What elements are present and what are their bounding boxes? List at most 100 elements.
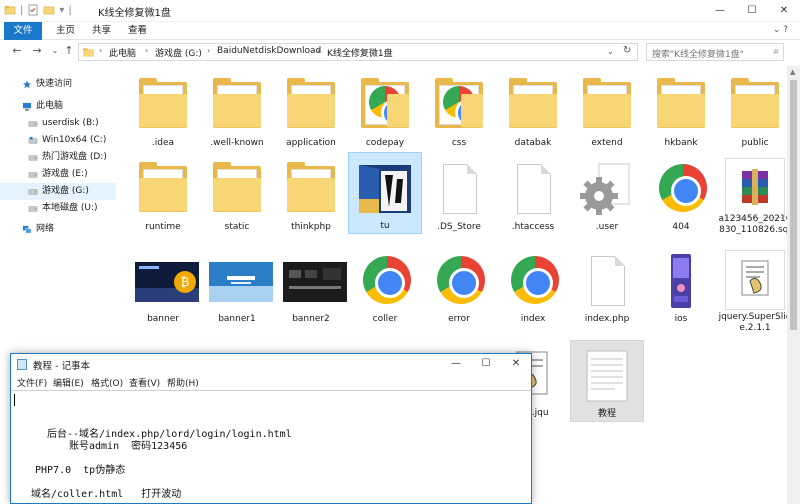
quick-access-toolbar: | ▾ | xyxy=(4,4,72,16)
file-name: ios xyxy=(674,314,688,324)
azure-banner-thumbnail xyxy=(209,262,273,302)
sidebar-item-this-pc[interactable]: 此电脑 xyxy=(0,98,116,115)
menu-file[interactable]: 文件(F) xyxy=(17,376,47,389)
address-bar[interactable]: › 此电脑 › 游戏盘 (G:) › BaiduNetdiskDownload … xyxy=(78,43,638,61)
text-caret xyxy=(14,394,15,406)
folder-icon xyxy=(503,76,563,134)
vertical-scrollbar[interactable]: ▲ xyxy=(787,66,800,504)
sidebar-item-label: Win10x64 (C:) xyxy=(42,135,107,145)
folder-item-selected[interactable]: tu xyxy=(348,152,422,234)
sidebar-item-drive-c[interactable]: Win10x64 (C:) xyxy=(0,132,116,149)
blank-file-icon xyxy=(517,164,551,214)
tab-view[interactable]: 查看 xyxy=(118,22,157,40)
breadcrumb-this-pc[interactable]: 此电脑 xyxy=(109,46,136,59)
folder-icon xyxy=(281,76,341,134)
drive-icon xyxy=(28,121,38,127)
folder-item[interactable]: codepay xyxy=(348,70,422,152)
toolbar-separator: | xyxy=(68,4,72,16)
file-item[interactable]: .DS_Store xyxy=(422,154,496,236)
menu-edit[interactable]: 编辑(E) xyxy=(53,376,84,389)
file-name: thinkphp xyxy=(291,222,331,232)
menu-view[interactable]: 查看(V) xyxy=(129,376,160,389)
folder-item[interactable]: runtime xyxy=(126,154,200,236)
file-name: index xyxy=(520,314,546,324)
image-file-item[interactable]: banner1 xyxy=(200,246,274,328)
folder-icon xyxy=(651,76,711,134)
notepad-text-area[interactable]: 后台--域名/index.php/lord/login/login.html 账… xyxy=(11,390,531,503)
properties-icon[interactable] xyxy=(27,4,39,16)
file-item[interactable]: .user xyxy=(570,154,644,236)
folder-icon xyxy=(83,48,94,57)
folder-item[interactable]: css xyxy=(422,70,496,152)
svg-text:₿: ₿ xyxy=(181,275,190,289)
up-button[interactable]: ↑ xyxy=(62,44,76,57)
notepad-menu-bar: 文件(F) 编辑(E) 格式(O) 查看(V) 帮助(H) xyxy=(11,374,531,390)
folder-item[interactable]: thinkphp xyxy=(274,154,348,236)
sidebar-item-network[interactable]: 网络 xyxy=(0,221,116,238)
folder-icon xyxy=(725,76,785,134)
sidebar-item-drive-g[interactable]: 游戏盘 (G:) xyxy=(0,183,116,200)
phone-screenshot-thumbnail xyxy=(671,254,691,308)
customize-toolbar-icon[interactable]: ▾ xyxy=(59,5,64,16)
sidebar-item-drive-b[interactable]: userdisk (B:) xyxy=(0,115,116,132)
scrollbar-thumb[interactable] xyxy=(790,80,797,330)
new-folder-icon[interactable] xyxy=(43,4,55,16)
sidebar-item-label: 此电脑 xyxy=(36,101,64,111)
folder-item[interactable]: application xyxy=(274,70,348,152)
scroll-up-icon[interactable]: ▲ xyxy=(790,68,795,76)
script-file-icon xyxy=(741,260,769,296)
file-item[interactable]: a123456_20210830_110826.sql xyxy=(718,152,792,235)
folder-item[interactable]: public xyxy=(718,70,792,152)
folder-image-preview-icon xyxy=(359,165,411,213)
sidebar-item-quick-access[interactable]: 快速访问 xyxy=(0,76,116,93)
breadcrumb-baidunetdisk[interactable]: BaiduNetdiskDownload xyxy=(217,46,321,56)
file-item[interactable]: index.php xyxy=(570,246,644,328)
file-item[interactable]: jquery.SuperSlide.2.1.1 xyxy=(718,244,792,333)
close-button[interactable]: ✕ xyxy=(768,0,800,22)
breadcrumb-current-folder[interactable]: K线全修复微1盘 xyxy=(327,46,393,59)
tab-home[interactable]: 主页 xyxy=(46,22,85,40)
maximize-button[interactable]: ☐ xyxy=(736,0,768,22)
folder-item[interactable]: hkbank xyxy=(644,70,718,152)
menu-help[interactable]: 帮助(H) xyxy=(167,376,199,389)
file-name: a123456_20210830_110826.sql xyxy=(718,214,792,235)
file-item[interactable]: coller xyxy=(348,246,422,328)
breadcrumb-separator: › xyxy=(145,46,149,55)
tab-file[interactable]: 文件 xyxy=(4,22,42,40)
minimize-button[interactable]: — xyxy=(704,0,736,22)
file-name: 404 xyxy=(672,222,690,232)
file-item[interactable]: index xyxy=(496,246,570,328)
recent-locations-button[interactable]: ⌄ xyxy=(48,46,62,55)
image-file-item[interactable]: ios xyxy=(644,246,718,328)
file-item[interactable]: 404 xyxy=(644,154,718,236)
folder-item[interactable]: .well-known xyxy=(200,70,274,152)
text-line: PHP7.0 tp伪静态 xyxy=(35,465,126,476)
image-file-item[interactable]: banner2 xyxy=(274,246,348,328)
folder-item[interactable]: .idea xyxy=(126,70,200,152)
tab-share[interactable]: 共享 xyxy=(82,22,121,40)
sidebar-item-drive-u[interactable]: 本地磁盘 (U:) xyxy=(0,200,116,217)
text-file-item-selected[interactable]: 教程 xyxy=(570,340,644,422)
folder-item[interactable]: extend xyxy=(570,70,644,152)
folder-item[interactable]: static xyxy=(200,154,274,236)
ribbon-expand-button[interactable]: ⌄ ? xyxy=(773,25,788,35)
file-item[interactable]: .htaccess xyxy=(496,154,570,236)
search-input[interactable]: 搜索"K线全修复微1盘" ⌕ xyxy=(646,43,784,61)
sidebar-item-drive-e[interactable]: 游戏盘 (E:) xyxy=(0,166,116,183)
notepad-minimize-button[interactable]: — xyxy=(441,354,471,374)
sidebar-item-label: 热门游戏盘 (D:) xyxy=(42,152,107,162)
file-name: .idea xyxy=(151,138,175,148)
forward-button[interactable]: → xyxy=(30,44,44,57)
refresh-icon[interactable]: ↻ xyxy=(623,45,631,56)
file-item[interactable]: error xyxy=(422,246,496,328)
address-dropdown-icon[interactable]: ⌄ xyxy=(607,47,614,56)
notepad-maximize-button[interactable]: ☐ xyxy=(471,354,501,374)
sidebar-item-drive-d[interactable]: 热门游戏盘 (D:) xyxy=(0,149,116,166)
breadcrumb-drive-g[interactable]: 游戏盘 (G:) xyxy=(155,46,202,59)
menu-format[interactable]: 格式(O) xyxy=(91,376,123,389)
folder-item[interactable]: databak xyxy=(496,70,570,152)
back-button[interactable]: ← xyxy=(10,44,24,57)
image-file-item[interactable]: ₿ banner xyxy=(126,246,200,328)
notepad-close-button[interactable]: ✕ xyxy=(501,354,531,374)
file-name: static xyxy=(224,222,250,232)
